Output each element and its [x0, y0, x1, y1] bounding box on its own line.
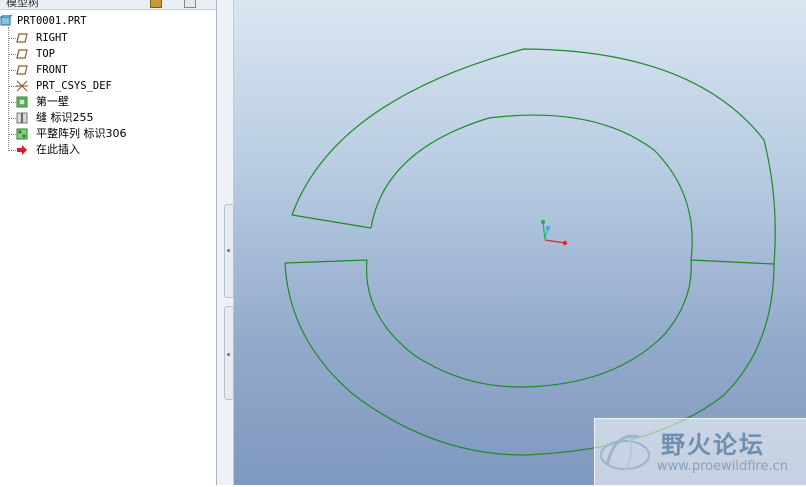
model-tree-header: 模型树	[0, 0, 216, 10]
datum-plane-icon	[16, 49, 28, 59]
tree-item-label: TOP	[36, 48, 55, 60]
splitter-grip-bottom[interactable]	[224, 306, 234, 400]
tree-item-label: 在此插入	[36, 143, 80, 156]
panel-splitter[interactable]	[217, 0, 234, 485]
tree-item-label: 平整阵列 标识306	[36, 127, 127, 140]
tree-item-label: PRT0001.PRT	[17, 15, 87, 27]
forum-logo-icon	[600, 434, 650, 472]
sheetmetal-wall-icon	[16, 96, 28, 108]
part-icon	[0, 15, 12, 26]
slit-edge-right	[690, 259, 775, 265]
pattern-feature-icon	[16, 128, 28, 140]
model-tree-header-label: 模型树	[6, 0, 39, 9]
inner-edge-upper	[370, 114, 693, 261]
watermark-url: www.proewildfire.cn	[657, 459, 788, 474]
watermark-title: 野火论坛	[661, 431, 765, 459]
tree-item-label: FRONT	[36, 64, 68, 76]
graphics-window[interactable]	[234, 0, 806, 485]
rip-feature-icon	[16, 112, 28, 124]
model-tree-panel: 模型树 PRT0001.PRT RIGHT TOP FRONT PRT_CSYS…	[0, 0, 217, 485]
tree-guide-line	[8, 27, 9, 151]
tree-item-label: RIGHT	[36, 32, 68, 44]
slit-edge-lower	[284, 259, 368, 264]
model-geometry	[284, 48, 776, 456]
tree-item-label: PRT_CSYS_DEF	[36, 80, 112, 92]
datum-plane-icon	[16, 33, 28, 43]
grip-dot-icon	[227, 249, 230, 252]
coordinate-system-icon	[16, 80, 28, 92]
settings-icon[interactable]	[150, 0, 162, 8]
tree-item-label: 缝 标识255	[36, 111, 94, 124]
datum-plane-icon	[16, 65, 28, 75]
inner-edge-lower	[365, 259, 692, 388]
forum-watermark: 野火论坛 www.proewildfire.cn	[594, 418, 806, 487]
splitter-grip-top[interactable]	[224, 204, 234, 298]
insert-here-arrow-icon	[17, 145, 27, 155]
coordinate-system-triad-icon	[541, 220, 568, 246]
outer-edge-upper	[291, 48, 776, 265]
grip-dot-icon	[227, 353, 230, 356]
slit-edge-upper	[291, 214, 372, 229]
show-icon[interactable]	[184, 0, 196, 8]
tree-item-label: 第一壁	[36, 95, 69, 108]
